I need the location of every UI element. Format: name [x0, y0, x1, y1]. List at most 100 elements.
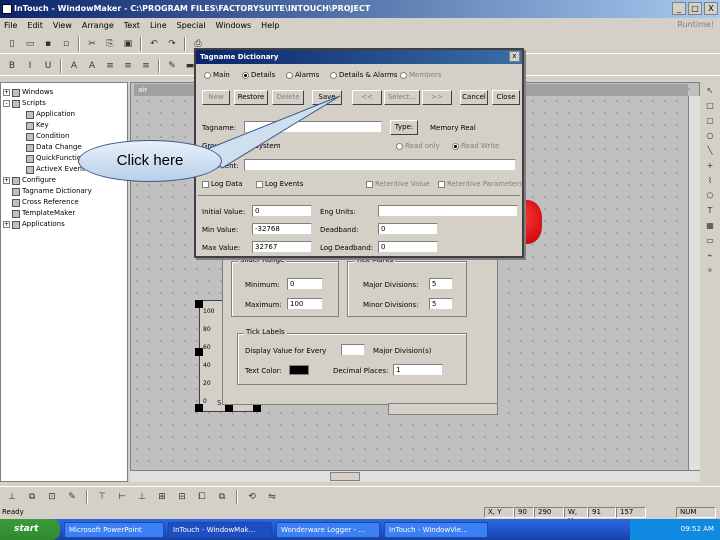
minimize-button[interactable]: _	[672, 2, 686, 15]
button-tool-icon[interactable]: ▭	[706, 236, 714, 245]
retentive-value-checkbox[interactable]: Retentive Value	[366, 180, 430, 188]
ellipse-tool-icon[interactable]: ○	[707, 131, 714, 140]
radio-details[interactable]: Details	[242, 71, 275, 79]
underline-icon[interactable]: U	[40, 58, 56, 74]
bitmap-tool-icon[interactable]: ▦	[706, 221, 714, 230]
polyline-tool-icon[interactable]: ⌇	[708, 176, 712, 185]
front-icon[interactable]: ⧠	[194, 489, 210, 505]
tree-item[interactable]: - Scripts	[3, 98, 125, 109]
tagname-input[interactable]	[244, 121, 382, 133]
major-divisions-input[interactable]: 5	[429, 278, 453, 290]
log-events-checkbox[interactable]: Log Events	[256, 180, 303, 188]
minor-divisions-input[interactable]: 5	[429, 298, 453, 310]
horizontal-scrollbar[interactable]	[130, 470, 700, 482]
deadband-input[interactable]: 0	[378, 223, 438, 235]
copy-icon[interactable]: ⎘	[102, 36, 118, 52]
type-button[interactable]: Type:	[390, 120, 418, 135]
display-value-input[interactable]	[341, 344, 365, 356]
expand-icon[interactable]: +	[3, 177, 10, 184]
rounded-rect-tool-icon[interactable]: ▢	[706, 116, 714, 125]
close-button-dialog[interactable]: Close	[492, 90, 520, 105]
polygon-tool-icon[interactable]: ⬠	[707, 191, 714, 200]
start-button[interactable]: start	[0, 519, 60, 540]
vertical-scrollbar[interactable]	[688, 96, 700, 470]
maximum-input[interactable]: 100	[287, 298, 323, 310]
tree-item[interactable]: Tagname Dictionary	[3, 186, 125, 197]
wizard-icon[interactable]: ⊥	[4, 489, 20, 505]
italic-icon[interactable]: I	[22, 58, 38, 74]
dialog-close-button[interactable]: x	[509, 51, 520, 62]
log-data-checkbox[interactable]: Log Data	[202, 180, 242, 188]
close-button[interactable]: X	[704, 2, 718, 15]
expand-icon[interactable]: +	[3, 221, 10, 228]
expand-icon[interactable]: +	[3, 89, 10, 96]
align-bottom-icon[interactable]: ⊥	[134, 489, 150, 505]
menu-text[interactable]: Text	[124, 21, 140, 30]
font-icon[interactable]: A	[84, 58, 100, 74]
menu-arrange[interactable]: Arrange	[82, 21, 114, 30]
decimal-places-input[interactable]: 1	[393, 364, 443, 376]
tree-item[interactable]: Condition	[3, 131, 125, 142]
radio-main[interactable]: Main	[204, 71, 230, 79]
menu-windows[interactable]: Windows	[215, 21, 251, 30]
tree-item[interactable]: + Windows	[3, 87, 125, 98]
pen-icon[interactable]: ✎	[64, 489, 80, 505]
align-top-icon[interactable]: ⊤	[94, 489, 110, 505]
menu-file[interactable]: File	[4, 21, 17, 30]
ungroup-icon[interactable]: ⊟	[174, 489, 190, 505]
new-icon[interactable]: ▯	[4, 36, 20, 52]
undo-icon[interactable]: ↶	[146, 36, 162, 52]
menu-help[interactable]: Help	[261, 21, 279, 30]
restore-button[interactable]: Restore	[234, 90, 268, 105]
align-right-icon[interactable]: ≡	[138, 58, 154, 74]
initial-value-input[interactable]: 0	[252, 205, 312, 217]
radio-read-write[interactable]: Read Write	[452, 142, 499, 150]
text-tool-icon[interactable]: T	[708, 206, 713, 215]
task-intouch-windowviewer[interactable]: InTouch - WindowVie...	[384, 521, 488, 538]
radio-details-alarms[interactable]: Details & Alarms	[330, 71, 397, 79]
expand-icon[interactable]: -	[3, 100, 10, 107]
bold-icon[interactable]: B	[4, 58, 20, 74]
font-size-icon[interactable]: A	[66, 58, 82, 74]
redo-icon[interactable]: ↷	[164, 36, 180, 52]
select-tool-icon[interactable]: ↖	[707, 86, 714, 95]
menu-edit[interactable]: Edit	[27, 21, 43, 30]
menu-line[interactable]: Line	[150, 21, 167, 30]
tree-item[interactable]: + Applications	[3, 219, 125, 230]
tree-item[interactable]: Key	[3, 120, 125, 131]
menu-view[interactable]: View	[53, 21, 72, 30]
cut-icon[interactable]: ✂	[84, 36, 100, 52]
tree-item[interactable]: TemplateMaker	[3, 208, 125, 219]
task-wonderware-logger[interactable]: Wonderware Logger - ...	[276, 521, 380, 538]
wizard-tool-icon[interactable]: ✧	[707, 266, 714, 275]
runtime-link[interactable]: Runtime!	[677, 20, 714, 29]
line-tool-icon[interactable]: ╲	[708, 146, 713, 155]
eng-units-input[interactable]	[378, 205, 518, 217]
scroll-thumb[interactable]	[330, 472, 360, 481]
minimum-input[interactable]: 0	[287, 278, 323, 290]
tree-item[interactable]: Application	[3, 109, 125, 120]
rotate-icon[interactable]: ⟲	[244, 489, 260, 505]
log-deadband-input[interactable]: 0	[378, 241, 438, 253]
text-color-swatch[interactable]	[289, 365, 309, 375]
align-left-icon[interactable]: ≡	[102, 58, 118, 74]
back-icon[interactable]: ⧉	[214, 489, 230, 505]
trend-tool-icon[interactable]: ⌁	[708, 251, 713, 260]
comment-input[interactable]	[244, 159, 516, 171]
rectangle-tool-icon[interactable]: □	[706, 101, 714, 110]
radio-read-only[interactable]: Read only	[396, 142, 440, 150]
tree-item[interactable]: Cross Reference	[3, 197, 125, 208]
save-button[interactable]: Save	[312, 90, 342, 105]
paste-icon[interactable]: ▣	[120, 36, 136, 52]
task-powerpoint[interactable]: Microsoft PowerPoint	[64, 521, 164, 538]
min-value-input[interactable]: -32768	[252, 223, 312, 235]
line-color-icon[interactable]: ✎	[164, 58, 180, 74]
save-all-icon[interactable]: ▫	[58, 36, 74, 52]
zoom-icon[interactable]: ⧉	[24, 489, 40, 505]
task-intouch-windowmaker[interactable]: InTouch - WindowMak...	[168, 521, 272, 538]
group-icon[interactable]: ⊞	[154, 489, 170, 505]
radio-alarms[interactable]: Alarms	[286, 71, 319, 79]
retentive-params-checkbox[interactable]: Retentive Parameters	[438, 180, 523, 188]
hv-line-tool-icon[interactable]: +	[707, 161, 714, 170]
grid-icon[interactable]: ⊡	[44, 489, 60, 505]
